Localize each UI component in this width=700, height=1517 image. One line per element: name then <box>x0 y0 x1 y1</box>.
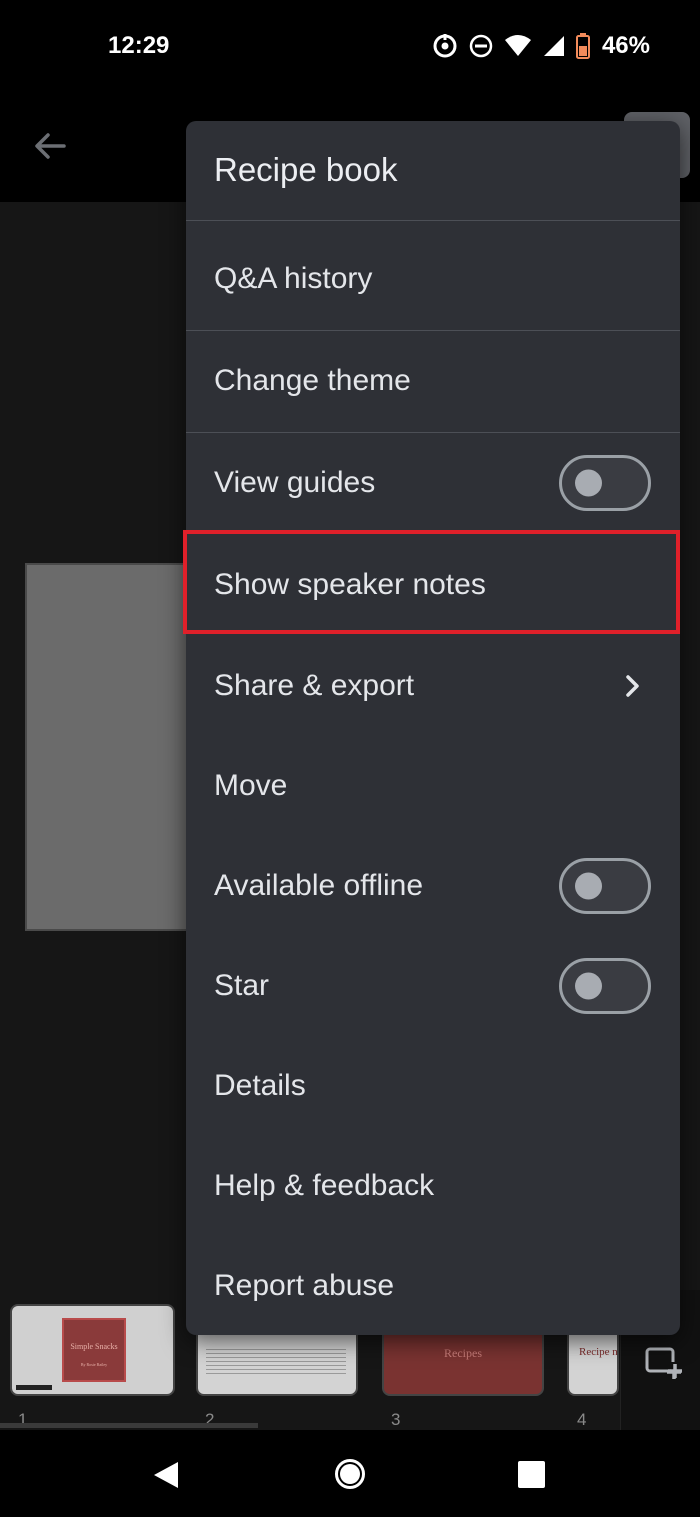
menu-item-available-offline[interactable]: Available offline <box>186 836 680 936</box>
star-toggle[interactable] <box>559 958 651 1014</box>
arrow-left-icon[interactable] <box>30 130 70 162</box>
nav-home-icon[interactable] <box>334 1458 366 1490</box>
nav-recents-icon[interactable] <box>518 1461 545 1488</box>
menu-item-label: Change theme <box>214 364 411 397</box>
menu-item-move[interactable]: Move <box>186 736 680 836</box>
nav-back-icon[interactable] <box>152 1460 180 1490</box>
slide-preview[interactable] <box>25 563 200 931</box>
divider <box>186 220 680 221</box>
status-bar: 12:29 46% <box>0 0 700 90</box>
menu-item-help-feedback[interactable]: Help & feedback <box>186 1136 680 1236</box>
menu-item-report-abuse[interactable]: Report abuse <box>186 1236 680 1336</box>
menu-item-label: Help & feedback <box>214 1169 435 1202</box>
location-sync-icon <box>433 34 457 58</box>
battery-icon <box>575 33 590 59</box>
menu-item-details[interactable]: Details <box>186 1036 680 1136</box>
slide-number: 3 <box>391 1410 401 1429</box>
status-time: 12:29 <box>108 32 170 59</box>
current-slide-indicator <box>16 1385 52 1390</box>
battery-percent: 46% <box>601 32 650 59</box>
menu-item-label: Q&A history <box>214 262 373 295</box>
text-lines <box>206 1346 346 1376</box>
chevron-right-icon <box>626 675 639 697</box>
menu-item-label: Report abuse <box>214 1269 395 1302</box>
title-card: Simple Snacks By Rosie Bailey <box>62 1318 126 1382</box>
menu-item-qa-history[interactable]: Q&A history <box>186 229 680 329</box>
menu-item-share-export[interactable]: Share & export <box>186 636 680 736</box>
menu-title: Recipe book <box>214 151 398 188</box>
add-slide-icon[interactable] <box>645 1346 683 1380</box>
menu-item-change-theme[interactable]: Change theme <box>186 331 680 431</box>
menu-item-label: Star <box>214 969 270 1002</box>
toggle-knob <box>575 972 602 1000</box>
slide-number: 4 <box>577 1410 587 1429</box>
cell-signal-icon <box>543 36 564 56</box>
menu-item-show-speaker-notes[interactable]: Show speaker notes <box>186 535 680 635</box>
menu-item-view-guides[interactable]: View guides <box>186 433 680 533</box>
slide-thumbnail-1[interactable]: Simple Snacks By Rosie Bailey <box>10 1304 175 1396</box>
overflow-menu: Recipe book Q&A history Change theme Vie… <box>186 121 680 1335</box>
menu-item-label: Available offline <box>214 869 424 902</box>
menu-item-label: Share & export <box>214 669 415 702</box>
wifi-icon <box>504 35 531 56</box>
toggle-knob <box>575 872 602 900</box>
menu-item-label: Move <box>214 769 288 802</box>
menu-item-label: Show speaker notes <box>214 568 486 601</box>
filmstrip-scrollbar[interactable] <box>0 1423 258 1428</box>
slide-1-title: Simple Snacks <box>70 1342 118 1351</box>
system-navigation-bar <box>0 1430 700 1517</box>
status-icons: 46% <box>432 30 650 62</box>
menu-item-label: Details <box>214 1069 306 1102</box>
view-guides-toggle[interactable] <box>559 455 651 511</box>
toggle-knob <box>575 469 602 497</box>
slide-4-title: Recipe na <box>579 1346 619 1358</box>
slide-1-subtitle: By Rosie Bailey <box>80 1362 108 1367</box>
menu-item-label: View guides <box>214 466 376 499</box>
menu-item-star[interactable]: Star <box>186 936 680 1036</box>
do-not-disturb-icon <box>469 34 493 58</box>
slide-3-title: Recipes <box>444 1346 482 1360</box>
available-offline-toggle[interactable] <box>559 858 651 914</box>
